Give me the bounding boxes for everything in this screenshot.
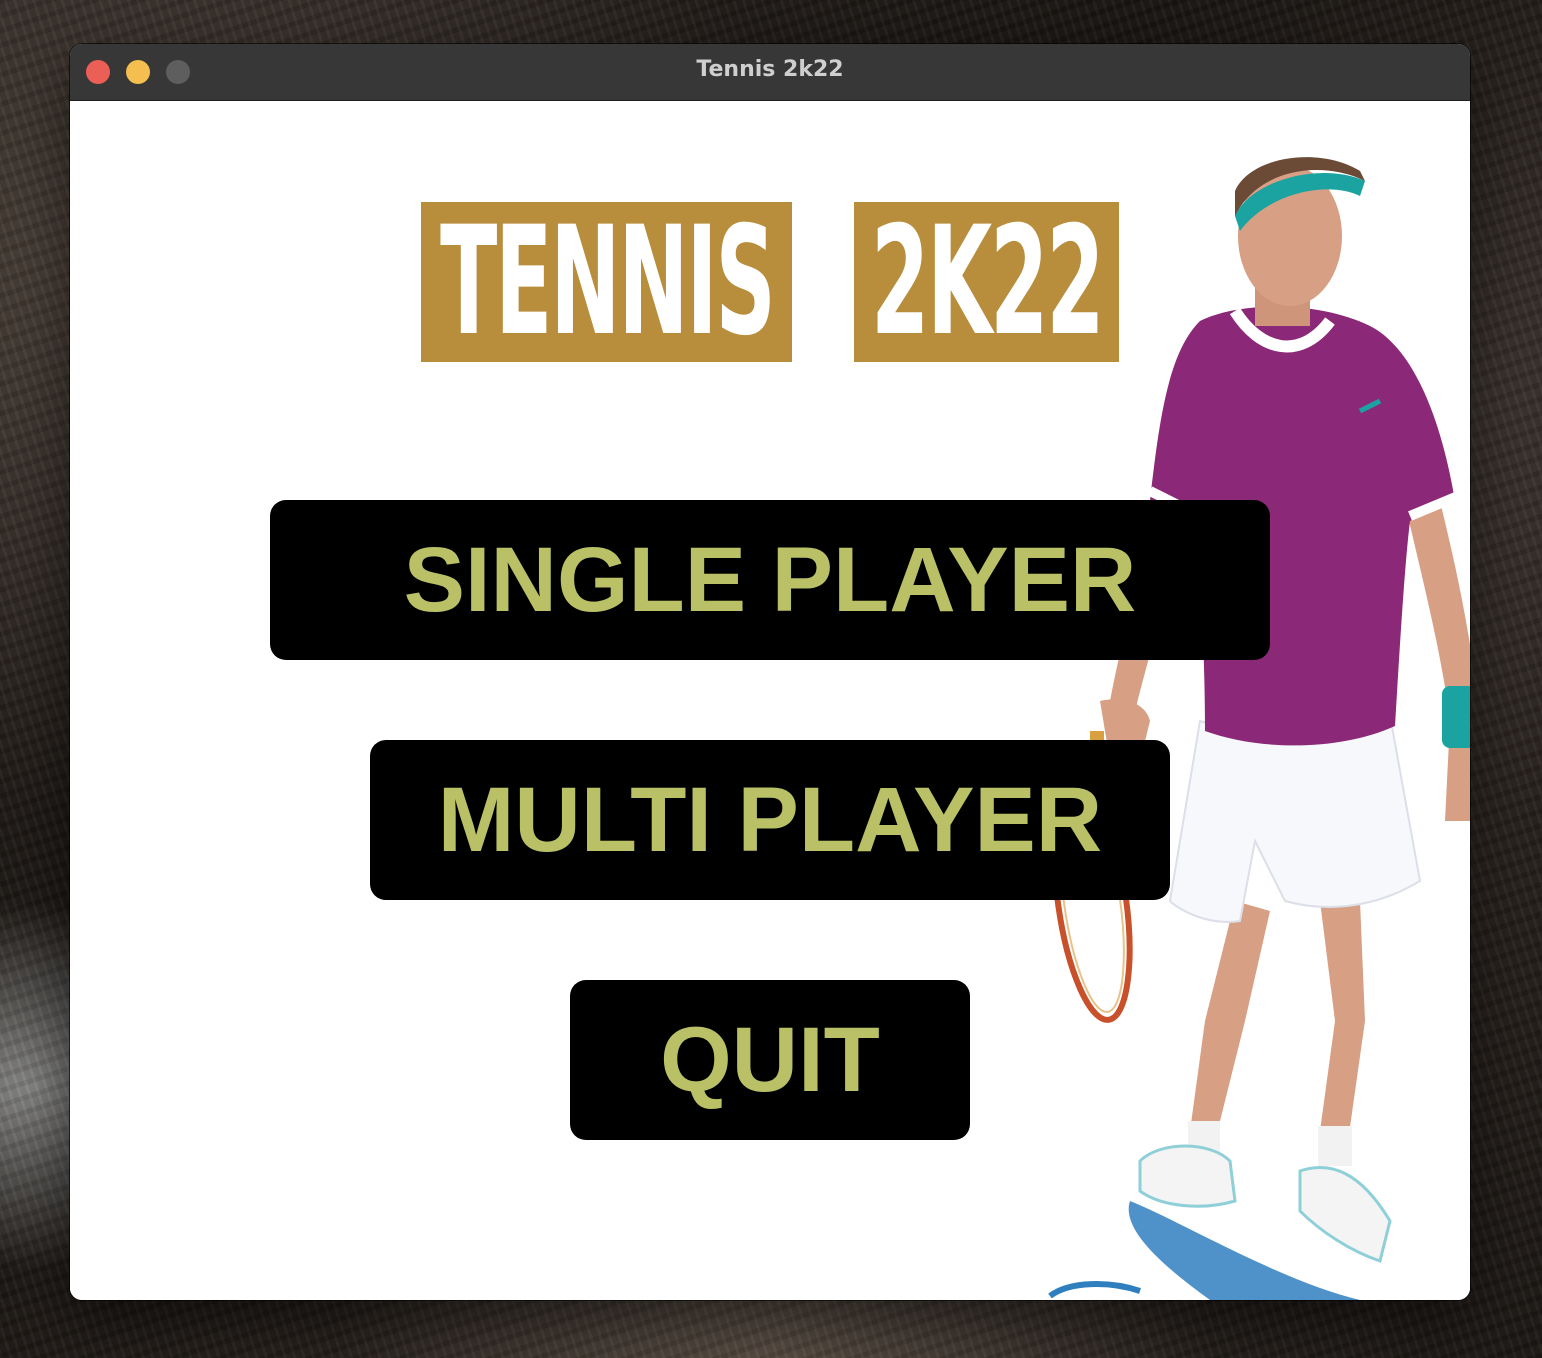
app-window: Tennis 2k22 TENNIS 2K22 SINGLE PLAYER MU…	[70, 44, 1470, 1300]
window-title: Tennis 2k22	[696, 57, 844, 82]
logo-word-tennis: TENNIS	[421, 202, 792, 362]
quit-button[interactable]: QUIT	[570, 980, 970, 1140]
title-bar[interactable]: Tennis 2k22	[70, 44, 1470, 101]
game-logo: TENNIS 2K22	[421, 202, 1119, 362]
single-player-button[interactable]: SINGLE PLAYER	[270, 500, 1270, 660]
game-canvas: TENNIS 2K22 SINGLE PLAYER MULTI PLAYER Q…	[70, 101, 1470, 1300]
multi-player-button[interactable]: MULTI PLAYER	[370, 740, 1170, 900]
logo-word-2k22: 2K22	[854, 202, 1119, 362]
